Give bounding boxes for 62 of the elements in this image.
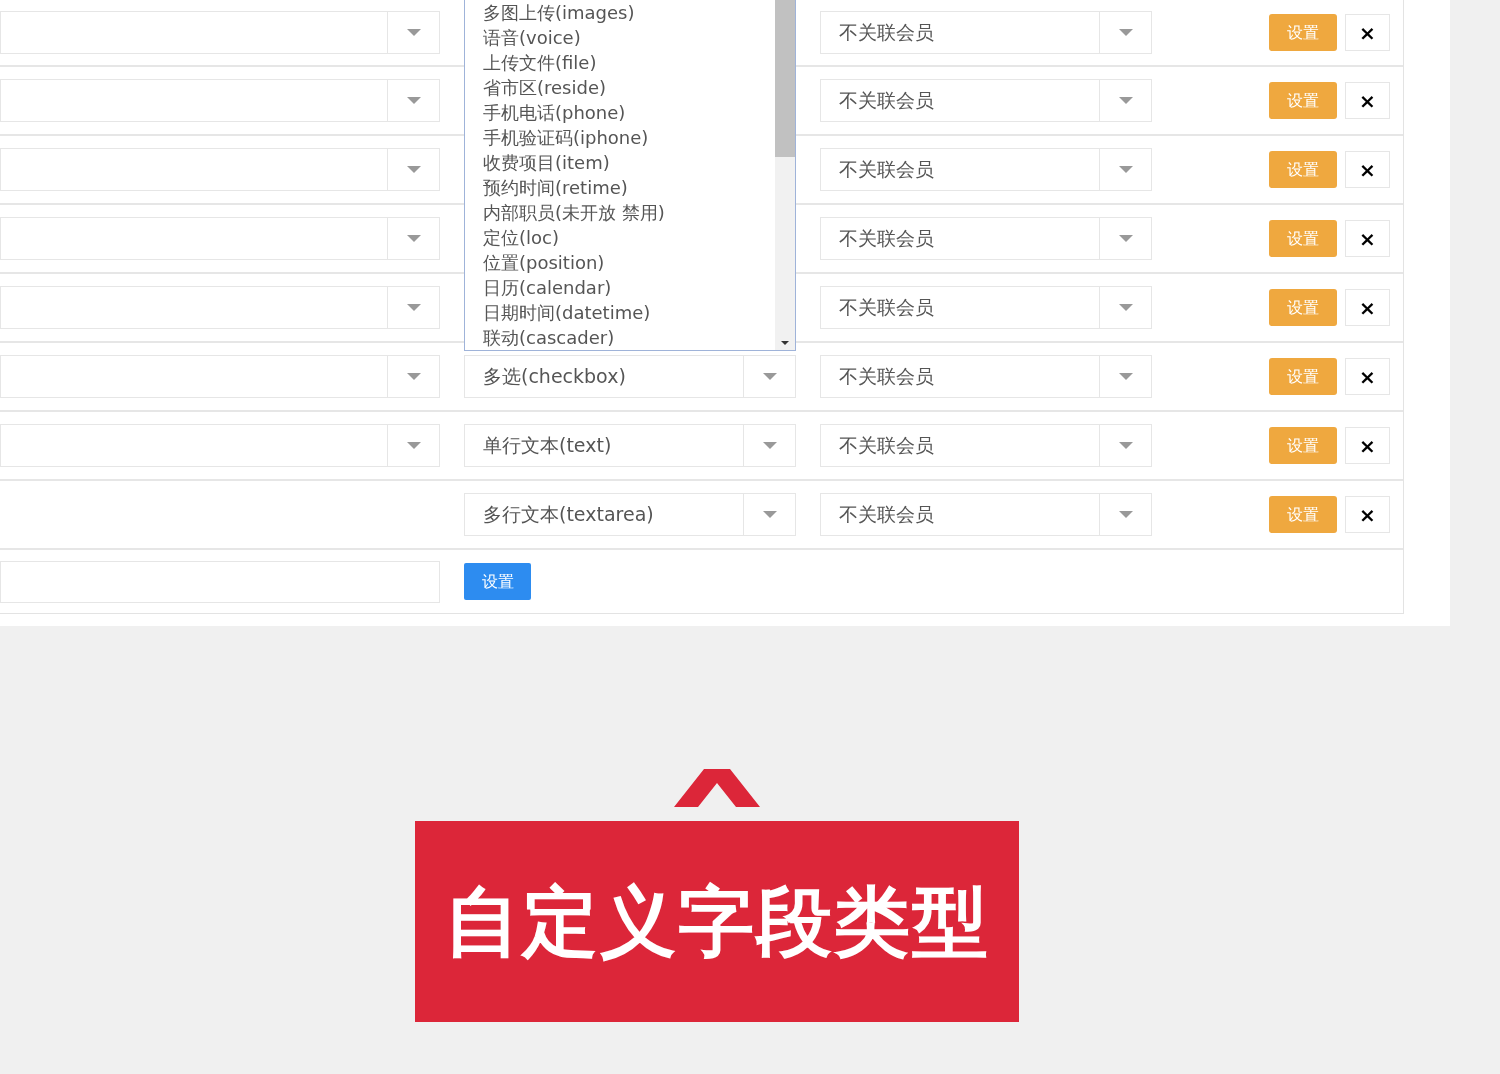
dropdown-option[interactable]: 语音(voice) xyxy=(465,25,775,50)
dropdown-option[interactable]: 手机验证码(iphone) xyxy=(465,125,775,150)
caret-icon xyxy=(1118,28,1133,37)
caret-icon xyxy=(1118,372,1133,381)
member-select[interactable]: 不关联会员 xyxy=(820,493,1152,536)
member-select[interactable]: 不关联会员 xyxy=(820,11,1152,54)
field-select[interactable] xyxy=(0,424,440,467)
caret-icon xyxy=(406,96,421,105)
type-select[interactable]: 多行文本(textarea) xyxy=(464,493,796,536)
dropdown-option[interactable]: 预约时间(retime) xyxy=(465,175,775,200)
type-select[interactable]: 多选(checkbox) xyxy=(464,355,796,398)
caret-icon xyxy=(406,441,421,450)
caret-icon xyxy=(1118,441,1133,450)
caret-icon xyxy=(406,165,421,174)
caret-icon xyxy=(762,510,777,519)
member-select[interactable]: 不关联会员 xyxy=(820,148,1152,191)
dropdown-option[interactable]: 联动(cascader) xyxy=(465,325,775,350)
type-select[interactable]: 单行文本(text) xyxy=(464,424,796,467)
scrollbar[interactable] xyxy=(775,0,795,350)
dropdown-option[interactable]: 日期时间(datetime) xyxy=(465,300,775,325)
delete-button[interactable]: × xyxy=(1345,14,1390,51)
delete-button[interactable]: × xyxy=(1345,496,1390,533)
dropdown-option[interactable]: 多图上传(images) xyxy=(465,0,775,25)
member-select[interactable]: 不关联会员 xyxy=(820,355,1152,398)
caret-icon xyxy=(1118,303,1133,312)
dropdown-option[interactable]: 省市区(reside) xyxy=(465,75,775,100)
caret-icon xyxy=(406,234,421,243)
field-select[interactable] xyxy=(0,79,440,122)
field-select[interactable] xyxy=(0,148,440,191)
delete-button[interactable]: × xyxy=(1345,220,1390,257)
field-select[interactable] xyxy=(0,355,440,398)
caret-icon xyxy=(762,441,777,450)
dropdown-option[interactable]: 上传文件(file) xyxy=(465,50,775,75)
caret-icon xyxy=(406,372,421,381)
caret-icon xyxy=(1118,234,1133,243)
dropdown-option[interactable]: 位置(position) xyxy=(465,250,775,275)
dropdown-option[interactable]: 收费项目(item) xyxy=(465,150,775,175)
dropdown-option[interactable]: 手机电话(phone) xyxy=(465,100,775,125)
field-select[interactable] xyxy=(0,11,440,54)
delete-button[interactable]: × xyxy=(1345,358,1390,395)
caret-icon xyxy=(406,303,421,312)
chevron-up-icon xyxy=(674,769,760,807)
text-input[interactable] xyxy=(0,560,440,603)
member-select[interactable]: 不关联会员 xyxy=(820,424,1152,467)
member-select[interactable]: 不关联会员 xyxy=(820,217,1152,260)
field-select[interactable] xyxy=(0,286,440,329)
banner-title: 自定义字段类型 xyxy=(444,875,990,968)
caret-icon xyxy=(1118,510,1133,519)
delete-button[interactable]: × xyxy=(1345,151,1390,188)
member-select[interactable]: 不关联会员 xyxy=(820,286,1152,329)
delete-button[interactable]: × xyxy=(1345,82,1390,119)
dropdown-option[interactable]: 日历(calendar) xyxy=(465,275,775,300)
caret-icon xyxy=(406,28,421,37)
delete-button[interactable]: × xyxy=(1345,427,1390,464)
delete-button[interactable]: × xyxy=(1345,289,1390,326)
caret-icon xyxy=(1118,96,1133,105)
caret-icon xyxy=(762,372,777,381)
member-select[interactable]: 不关联会员 xyxy=(820,79,1152,122)
dropdown-option[interactable]: 内部职员(未开放 禁用) xyxy=(465,200,775,225)
field-select[interactable] xyxy=(0,217,440,260)
dropdown-option[interactable]: 定位(loc) xyxy=(465,225,775,250)
caret-icon xyxy=(1118,165,1133,174)
